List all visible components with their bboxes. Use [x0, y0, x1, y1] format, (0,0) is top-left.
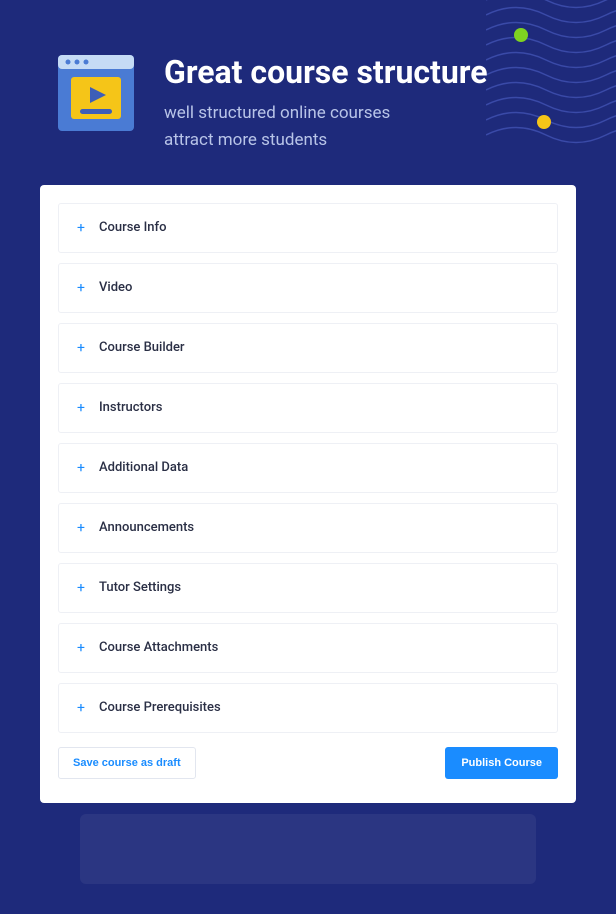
plus-icon: + — [77, 700, 87, 716]
plus-icon: + — [77, 640, 87, 656]
video-player-icon — [58, 55, 134, 131]
accordion-tutor-settings[interactable]: + Tutor Settings — [58, 563, 558, 613]
accordion-label: Course Builder — [99, 340, 185, 355]
accordion-course-builder[interactable]: + Course Builder — [58, 323, 558, 373]
plus-icon: + — [77, 340, 87, 356]
plus-icon: + — [77, 520, 87, 536]
accordion-instructors[interactable]: + Instructors — [58, 383, 558, 433]
accordion-label: Instructors — [99, 400, 162, 415]
page-header: Great course structure well structured o… — [0, 0, 616, 185]
accordion-label: Course Info — [99, 220, 166, 235]
course-settings-panel: + Course Info + Video + Course Builder +… — [40, 185, 576, 803]
plus-icon: + — [77, 580, 87, 596]
accordion-course-info[interactable]: + Course Info — [58, 203, 558, 253]
accordion-label: Course Prerequisites — [99, 700, 221, 715]
plus-icon: + — [77, 460, 87, 476]
accordion-announcements[interactable]: + Announcements — [58, 503, 558, 553]
accordion-label: Video — [99, 280, 132, 295]
accordion-course-attachments[interactable]: + Course Attachments — [58, 623, 558, 673]
page-title: Great course structure — [164, 55, 576, 90]
accordion-label: Additional Data — [99, 460, 188, 475]
save-draft-button[interactable]: Save course as draft — [58, 747, 196, 779]
plus-icon: + — [77, 220, 87, 236]
panel-footer: Save course as draft Publish Course — [58, 747, 558, 779]
plus-icon: + — [77, 400, 87, 416]
accordion-additional-data[interactable]: + Additional Data — [58, 443, 558, 493]
accordion-label: Announcements — [99, 520, 194, 535]
publish-course-button[interactable]: Publish Course — [445, 747, 558, 779]
plus-icon: + — [77, 280, 87, 296]
accordion-video[interactable]: + Video — [58, 263, 558, 313]
shadow-card-decoration — [80, 814, 536, 884]
accordion-label: Course Attachments — [99, 640, 218, 655]
accordion-label: Tutor Settings — [99, 580, 181, 595]
accordion-course-prerequisites[interactable]: + Course Prerequisites — [58, 683, 558, 733]
page-subtitle: well structured online courses attract m… — [164, 100, 576, 154]
